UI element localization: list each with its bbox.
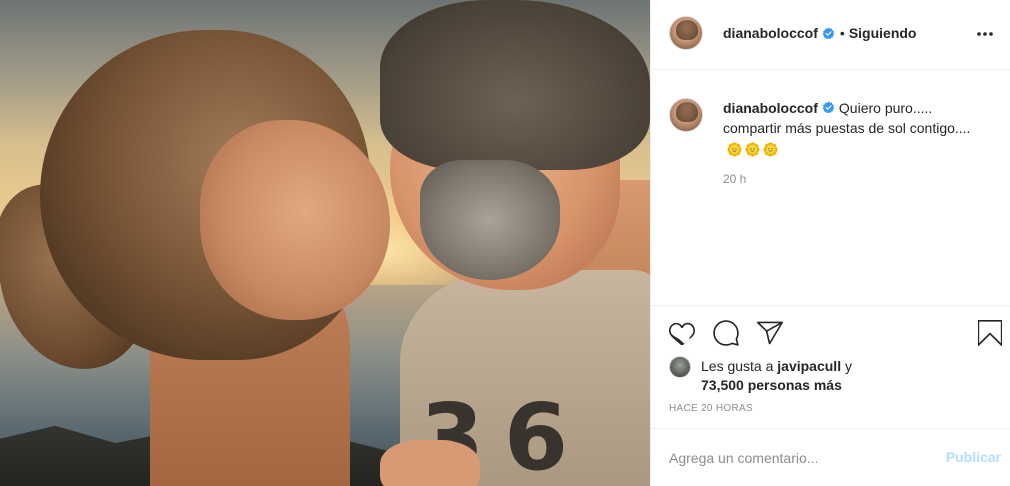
caption-author-avatar[interactable] [669,98,703,132]
author-username[interactable]: dianabolocc​of [723,25,818,41]
sun-emoji-row [727,141,778,157]
comment-bubble-icon[interactable] [713,320,739,346]
publish-button[interactable]: Publicar [946,449,1001,465]
caption-username[interactable]: dianabolocc​of [723,100,818,116]
likes-count[interactable]: 73,500 personas más [701,377,842,393]
caption-timestamp[interactable]: 20 h [723,172,746,186]
post-photo[interactable]: 3 6 0 [0,0,650,486]
likes-line: Les gusta a javipacull y [701,358,852,374]
man-beard [420,160,560,280]
sun-face-emoji-icon [763,141,778,157]
author-avatar[interactable] [669,16,703,50]
liker-username[interactable]: javipacull [777,358,841,374]
sun-face-emoji-icon [727,141,742,157]
action-bar [651,306,1010,358]
post-age[interactable]: HACE 20 HORAS [669,403,753,414]
heart-icon[interactable] [669,320,695,346]
man-hair [380,0,650,170]
likes-and: y [844,358,852,374]
comment-composer: Publicar [651,428,1010,486]
verified-badge-icon [822,101,835,114]
hands [380,440,480,486]
sun-face-emoji-icon [745,141,760,157]
caption-text: dianabolocc​of Quiero puro..... comparti… [723,98,993,158]
caption-section: dianabolocc​of Quiero puro..... comparti… [651,70,1010,306]
likes-prefix: Les gusta a [701,358,774,374]
paper-plane-icon[interactable] [757,320,783,346]
liker-avatar[interactable] [669,356,691,378]
comment-input[interactable] [669,447,929,469]
bookmark-icon[interactable] [977,320,1003,346]
more-options-icon[interactable] [971,20,999,48]
separator-dot: • [839,25,845,41]
post-header: dianabolocc​of • Siguiendo [651,0,1010,70]
post-side-panel: dianabolocc​of • Siguiendo dianabolocc​o… [650,0,1010,486]
verified-badge-icon [822,27,835,39]
author-info: dianabolocc​of • Siguiendo [723,25,916,41]
follow-status-button[interactable]: Siguiendo [849,25,917,41]
